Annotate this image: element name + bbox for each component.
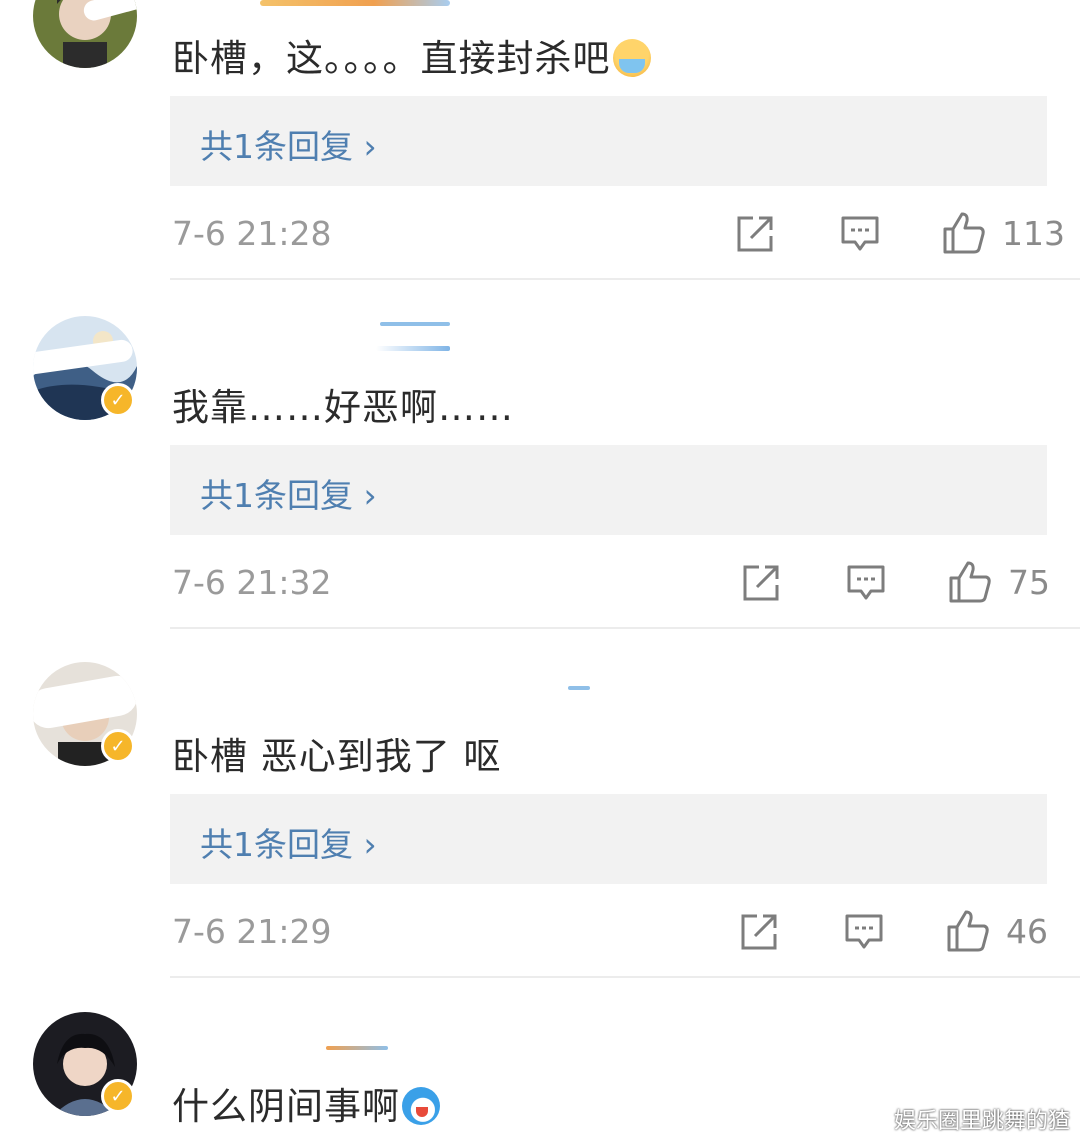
comment-item: 卧槽，这。。。。直接封杀吧 共1条回复 › 7-6 21:28 113 [0, 0, 1080, 280]
comment-item: ✓ 卧槽 恶心到我了 呕 共1条回复 › 7-6 21:29 46 [0, 630, 1080, 978]
share-icon[interactable] [741, 563, 781, 603]
share-icon[interactable] [735, 214, 775, 254]
comment-time: 7-6 21:28 [172, 214, 332, 253]
comment-item: ✓ 我靠……好恶啊…… 共1条回复 › 7-6 21:32 75 [0, 280, 1080, 630]
thumbs-up-icon[interactable] [946, 909, 990, 953]
view-replies-link[interactable]: 共1条回复 › [200, 120, 377, 168]
name-scribble [568, 686, 590, 690]
comment-time: 7-6 21:29 [172, 912, 332, 951]
comment-time: 7-6 21:32 [172, 563, 332, 602]
share-icon[interactable] [739, 912, 779, 952]
view-replies-link[interactable]: 共1条回复 › [200, 469, 377, 517]
name-scribble [376, 346, 450, 351]
verified-badge: ✓ [101, 729, 135, 763]
comment-icon[interactable] [846, 563, 886, 603]
reply-box[interactable]: 共1条回复 › [170, 96, 1047, 186]
divider [170, 627, 1080, 629]
comment-text-content: 卧槽，这。。。。直接封杀吧 [172, 37, 611, 80]
view-replies-link[interactable]: 共1条回复 › [200, 818, 377, 866]
reply-box[interactable]: 共1条回复 › [170, 794, 1047, 884]
comment-text: 卧槽，这。。。。直接封杀吧 [172, 28, 651, 82]
comment-text: 我靠……好恶啊…… [172, 386, 514, 429]
comment-icon[interactable] [844, 912, 884, 952]
comment-text-content: 什么阴间事啊 [172, 1085, 400, 1128]
comment-text: 什么阴间事啊 [172, 1076, 440, 1130]
comment-text: 卧槽 恶心到我了 呕 [172, 735, 502, 778]
watermark: 娱乐圈里跳舞的猹 [893, 1109, 1070, 1134]
name-scribble [260, 0, 450, 6]
verified-badge: ✓ [101, 1079, 135, 1113]
reply-box[interactable]: 共1条回复 › [170, 445, 1047, 535]
like-count: 75 [1008, 563, 1050, 602]
verified-badge: ✓ [101, 383, 135, 417]
name-scribble [326, 1046, 388, 1050]
like-count: 46 [1006, 912, 1048, 951]
cold-sweat-emoji [612, 39, 651, 77]
doraemon-emoji [402, 1087, 440, 1125]
thumbs-up-icon[interactable] [942, 211, 986, 255]
like-count: 113 [1002, 214, 1065, 253]
thumbs-up-icon[interactable] [948, 560, 992, 604]
name-scribble [380, 322, 450, 326]
comment-icon[interactable] [840, 214, 880, 254]
avatar[interactable] [33, 0, 137, 68]
